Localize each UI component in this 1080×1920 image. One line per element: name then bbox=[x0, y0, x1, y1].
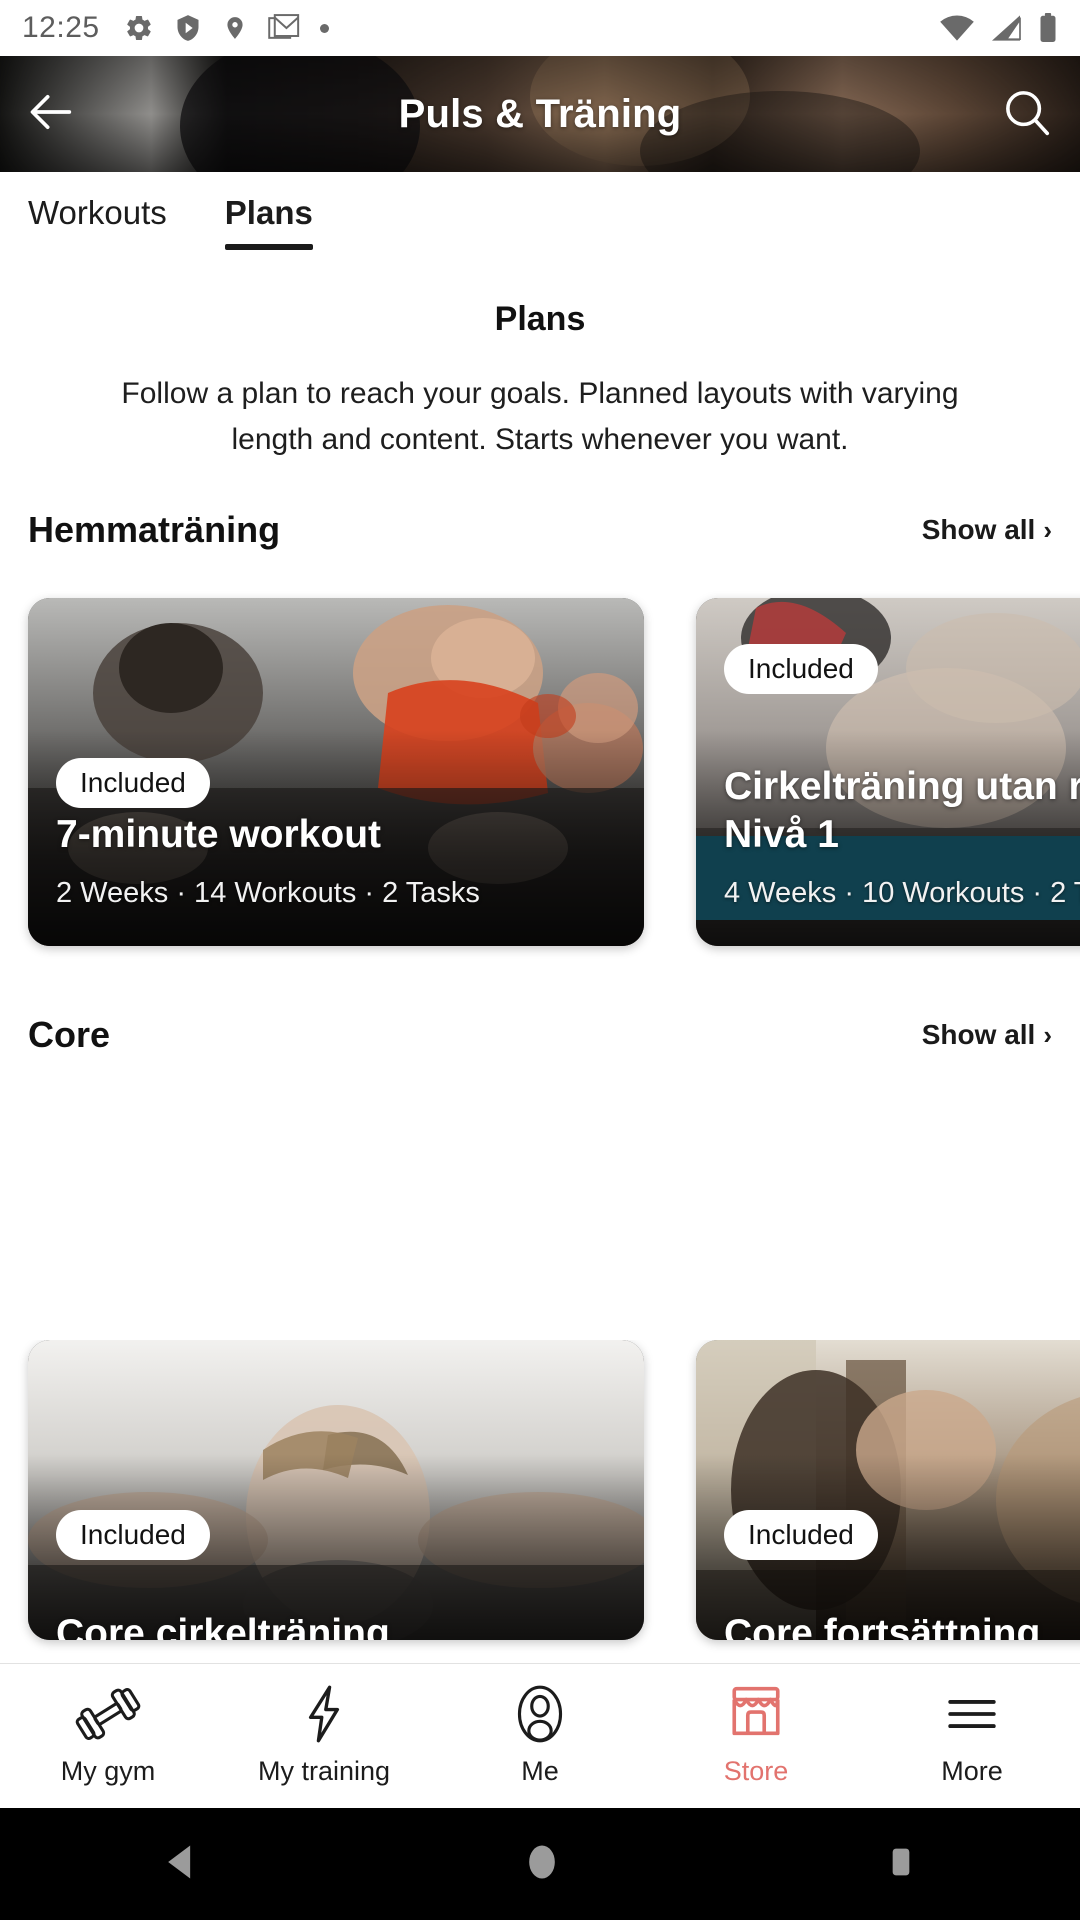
back-button[interactable] bbox=[26, 86, 78, 143]
plan-card[interactable]: Included Cirkelträning utan redskap, Niv… bbox=[696, 598, 1080, 946]
storefront-icon bbox=[728, 1685, 784, 1743]
nav-item-label: My gym bbox=[60, 1756, 156, 1786]
plans-heading: Plans bbox=[494, 300, 586, 338]
section-header-hemmatraning: Hemmaträning Show all › bbox=[0, 500, 1080, 560]
gear-icon bbox=[124, 13, 154, 43]
back-triangle-icon[interactable] bbox=[159, 1840, 203, 1889]
dumbbell-icon bbox=[75, 1685, 141, 1743]
play-shield-icon bbox=[174, 13, 202, 43]
nav-item-label: My training bbox=[257, 1756, 391, 1786]
plan-card-badge: Included bbox=[56, 758, 210, 808]
plan-card-meta: 4 Weeks · 10 Workouts · 2 Tasks bbox=[724, 877, 1080, 909]
plan-card-badge: Included bbox=[724, 1510, 878, 1560]
section-title: Hemmaträning bbox=[28, 509, 281, 550]
nav-item-label: Store bbox=[723, 1756, 789, 1786]
nav-item-label: More bbox=[941, 1756, 1003, 1786]
person-icon bbox=[512, 1685, 568, 1743]
status-bar-clock: 12:25 bbox=[22, 11, 100, 44]
plans-description: Follow a plan to reach your goals. Plann… bbox=[121, 377, 959, 456]
chevron-right-icon: › bbox=[1043, 515, 1052, 545]
android-system-nav bbox=[0, 1808, 1080, 1920]
nav-item-label: Me bbox=[521, 1756, 559, 1786]
nav-item-my-training[interactable]: My training bbox=[216, 1685, 432, 1787]
chevron-right-icon: › bbox=[1043, 1020, 1052, 1050]
show-all-label: Show all bbox=[921, 1019, 1036, 1050]
cellular-signal-icon bbox=[990, 14, 1022, 42]
lightning-bolt-icon bbox=[299, 1685, 349, 1743]
wifi-icon bbox=[940, 14, 974, 42]
plan-card[interactable]: Included Core fortsättning bbox=[696, 1340, 1080, 1640]
location-pin-icon bbox=[222, 13, 248, 43]
dot-icon bbox=[319, 23, 329, 33]
plan-card-badge: Included bbox=[56, 1510, 210, 1560]
bottom-navigation-bar: My gym My training Me Store More bbox=[0, 1663, 1080, 1808]
plan-card-meta: 2 Weeks · 14 Workouts · 2 Tasks bbox=[56, 877, 480, 909]
plan-card[interactable]: Included 7-minute workout 2 Weeks · 14 W… bbox=[28, 598, 644, 946]
plan-card-title: Core fortsättning bbox=[724, 1612, 1041, 1640]
plans-intro: Plans Follow a plan to reach your goals.… bbox=[0, 300, 1080, 463]
battery-icon bbox=[1038, 13, 1058, 43]
nav-item-my-gym[interactable]: My gym bbox=[0, 1685, 216, 1787]
tab-bar: Workouts Plans bbox=[0, 172, 1080, 262]
rail-hemmatraning[interactable]: Included 7-minute workout 2 Weeks · 14 W… bbox=[0, 598, 1080, 946]
page-title: Puls & Träning bbox=[398, 91, 682, 136]
phone-screen: 12:25 Puls & Träning Workouts Plans Plan… bbox=[0, 0, 1080, 1920]
plan-card-title: Core cirkelträning bbox=[56, 1612, 390, 1640]
plan-card[interactable]: Included Core cirkelträning bbox=[28, 1340, 644, 1640]
nav-item-me[interactable]: Me bbox=[432, 1685, 648, 1787]
plan-card-title: 7-minute workout bbox=[56, 813, 382, 856]
hamburger-icon bbox=[942, 1685, 1002, 1743]
status-bar: 12:25 bbox=[0, 0, 1080, 56]
section-header-core: Core Show all › bbox=[0, 1005, 1080, 1065]
recents-square-icon[interactable] bbox=[881, 1840, 921, 1889]
rail-core[interactable]: Included Core cirkelträning Included Cor… bbox=[0, 1340, 1080, 1640]
tab-workouts[interactable]: Workouts bbox=[28, 194, 167, 240]
gmail-icon bbox=[267, 13, 300, 43]
home-circle-icon[interactable] bbox=[520, 1840, 564, 1889]
nav-item-store[interactable]: Store bbox=[648, 1685, 864, 1787]
plan-card-title: Cirkelträning utan redskap, Nivå 1 bbox=[724, 765, 1080, 856]
show-all-hemmatraning-button[interactable]: Show all › bbox=[922, 514, 1052, 546]
search-icon[interactable] bbox=[1000, 85, 1054, 144]
nav-item-more[interactable]: More bbox=[864, 1685, 1080, 1787]
tab-plans[interactable]: Plans bbox=[224, 194, 313, 250]
app-header: Puls & Träning bbox=[0, 56, 1080, 172]
show-all-label: Show all bbox=[921, 514, 1036, 545]
plan-card-badge: Included bbox=[724, 644, 878, 694]
status-bar-notification-icons bbox=[124, 13, 329, 43]
show-all-core-button[interactable]: Show all › bbox=[922, 1019, 1052, 1051]
section-title: Core bbox=[28, 1014, 111, 1055]
status-bar-system-icons bbox=[940, 13, 1058, 43]
